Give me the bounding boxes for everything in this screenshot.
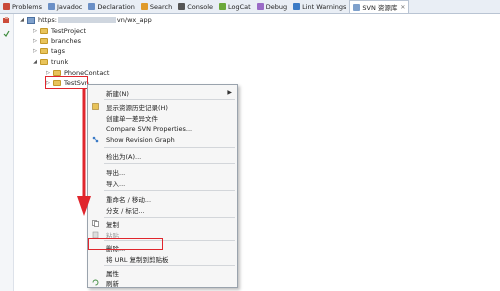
menu-item-rename-move[interactable]: 重命名 / 移动... (88, 193, 237, 204)
menu-item-export[interactable]: 导出... (88, 166, 237, 177)
menu-item-branch-tag[interactable]: 分支 / 标记... (88, 204, 237, 215)
declaration-icon (88, 3, 96, 10)
collapsed-arrow-icon[interactable]: ▷ (32, 48, 38, 54)
menu-item-show-history[interactable]: 显示资源历史记录(H) (88, 101, 237, 112)
collapsed-arrow-icon[interactable]: ▷ (32, 28, 38, 34)
view-tab-bar: Problems Javadoc Declaration Search Cons… (0, 0, 500, 14)
revision-graph-icon (92, 136, 99, 143)
menu-item-compare-svn-properties[interactable]: Compare SVN Properties... (88, 123, 237, 134)
folder-icon (40, 28, 48, 34)
tab-svn-repository[interactable]: SVN 资源库 ✕ (349, 0, 410, 13)
tree-root-repository[interactable]: ◢ https: vn/wx_app (19, 15, 152, 25)
menu-separator (104, 190, 235, 191)
tab-logcat[interactable]: LogCat (216, 0, 254, 13)
tree-item-testproject[interactable]: ▷ TestProject (32, 26, 86, 36)
menu-item-refresh[interactable]: 刷新 (88, 277, 237, 288)
menu-item-create-diff[interactable]: 创建单一差异文件 (88, 112, 237, 123)
expanded-arrow-icon[interactable]: ◢ (32, 59, 38, 65)
tree-item-branches[interactable]: ▷ branches (32, 36, 81, 46)
menu-item-copy[interactable]: 复制 (88, 218, 237, 229)
debug-icon (256, 3, 264, 10)
search-icon (140, 3, 148, 10)
tab-search[interactable]: Search (138, 0, 175, 13)
tab-problems[interactable]: Problems (0, 0, 45, 13)
logcat-icon (219, 3, 227, 10)
console-icon (178, 3, 186, 10)
lint-warnings-icon (293, 3, 301, 10)
tree-item-trunk[interactable]: ◢ trunk (32, 57, 68, 67)
tree-item-tags[interactable]: ▷ tags (32, 46, 65, 56)
red-arrow-indicator (77, 88, 91, 216)
paste-icon (92, 231, 99, 239)
left-toolbar (0, 14, 14, 291)
tab-javadoc[interactable]: Javadoc (45, 0, 85, 13)
menu-separator (104, 99, 235, 100)
menu-separator (104, 147, 235, 148)
history-icon (92, 103, 99, 110)
tab-lint-warnings[interactable]: Lint Warnings (290, 0, 349, 13)
folder-icon (40, 59, 48, 65)
context-menu: 新建(N) ▶ 显示资源历史记录(H) 创建单一差异文件 Compare SVN… (87, 84, 238, 288)
close-icon[interactable]: ✕ (400, 4, 405, 11)
collapsed-arrow-icon[interactable]: ▷ (32, 38, 38, 44)
expanded-arrow-icon[interactable]: ◢ (19, 17, 25, 23)
refresh-tree-icon[interactable] (3, 30, 10, 37)
tab-declaration[interactable]: Declaration (85, 0, 137, 13)
menu-separator (104, 265, 235, 266)
problems-icon (3, 3, 10, 10)
folder-icon (40, 48, 48, 54)
menu-separator (104, 163, 235, 164)
refresh-icon (92, 279, 99, 286)
submenu-arrow-icon: ▶ (227, 89, 232, 96)
tab-console[interactable]: Console (175, 0, 216, 13)
redacted-url (57, 17, 116, 23)
menu-item-new[interactable]: 新建(N) ▶ (88, 87, 237, 98)
delete-highlight-box (88, 238, 163, 250)
menu-item-show-revision-graph[interactable]: Show Revision Graph (88, 134, 237, 145)
svn-repository-icon (353, 3, 361, 11)
copy-icon (92, 220, 99, 227)
add-repository-icon[interactable] (3, 17, 10, 24)
menu-item-import[interactable]: 导入... (88, 177, 237, 188)
tab-debug[interactable]: Debug (254, 0, 290, 13)
javadoc-icon (47, 3, 55, 10)
repository-icon (27, 16, 35, 24)
menu-item-checkout-as[interactable]: 检出为(A)... (88, 150, 237, 161)
menu-item-copy-url[interactable]: 将 URL 复制到剪贴板 (88, 253, 237, 264)
folder-icon (40, 38, 48, 44)
